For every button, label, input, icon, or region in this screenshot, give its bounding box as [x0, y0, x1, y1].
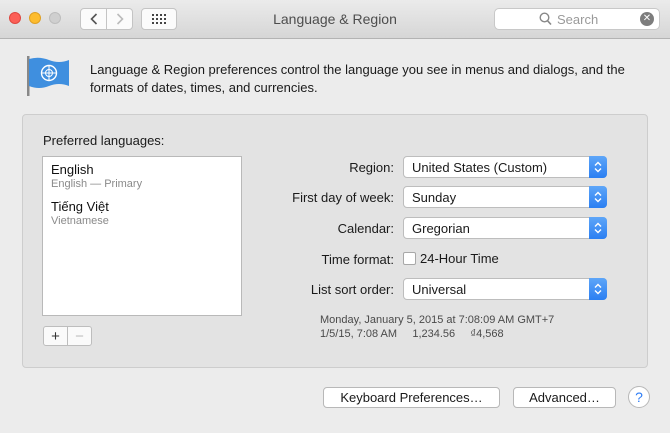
search-field[interactable]: Search ✕ [494, 8, 660, 30]
titlebar: Language & Region Search ✕ [0, 0, 670, 39]
preferences-window: Language & Region Search ✕ Language & Re… [0, 0, 670, 433]
region-value: United States (Custom) [412, 160, 548, 175]
sample-numbers-text: 1/5/15, 7:08 AM 1,234.56 ₫4,568 [320, 328, 504, 340]
first-day-label: First day of week: [292, 190, 394, 205]
updown-chevron-icon [589, 217, 607, 239]
language-subtitle: English — Primary [51, 178, 143, 190]
preferred-languages-label: Preferred languages: [43, 133, 165, 148]
calendar-value: Gregorian [412, 221, 470, 236]
language-subtitle: Vietnamese [51, 215, 109, 227]
clear-search-icon[interactable]: ✕ [640, 12, 654, 26]
24-hour-time-checkbox[interactable] [403, 252, 416, 265]
updown-chevron-icon [589, 156, 607, 178]
sample-date-text: Monday, January 5, 2015 at 7:08:09 AM GM… [320, 314, 555, 326]
updown-chevron-icon [589, 186, 607, 208]
first-day-popup[interactable]: Sunday [403, 186, 607, 208]
un-flag-icon [27, 56, 69, 96]
region-popup[interactable]: United States (Custom) [403, 156, 607, 178]
add-language-button[interactable]: + [43, 326, 68, 346]
remove-language-button[interactable]: − [67, 326, 92, 346]
list-item[interactable]: Tiếng Việt Vietnamese [51, 199, 109, 227]
keyboard-preferences-button[interactable]: Keyboard Preferences… [323, 387, 500, 408]
search-icon [539, 12, 552, 26]
sort-order-label: List sort order: [310, 282, 394, 297]
pane-description: Language & Region preferences control th… [90, 62, 625, 95]
language-name: Tiếng Việt [51, 199, 109, 214]
region-label: Region: [349, 160, 394, 175]
list-item[interactable]: English English — Primary [51, 162, 142, 190]
help-button[interactable]: ? [628, 386, 650, 408]
preferred-languages-list[interactable]: English English — Primary Tiếng Việt Vie… [42, 156, 242, 316]
calendar-popup[interactable]: Gregorian [403, 217, 607, 239]
24-hour-time-label[interactable]: 24-Hour Time [420, 251, 499, 266]
language-name: English [51, 162, 94, 177]
calendar-label: Calendar: [337, 221, 394, 236]
updown-chevron-icon [589, 278, 607, 300]
advanced-button[interactable]: Advanced… [513, 387, 616, 408]
sort-order-value: Universal [412, 282, 467, 297]
search-placeholder: Search [557, 12, 599, 27]
first-day-value: Sunday [412, 190, 457, 205]
time-format-label: Time format: [321, 252, 394, 267]
sort-order-popup[interactable]: Universal [403, 278, 607, 300]
